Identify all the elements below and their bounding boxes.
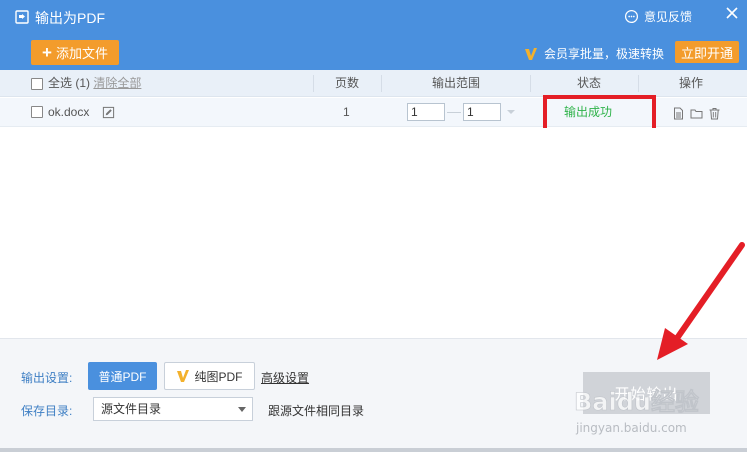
column-header-status: 状态	[577, 76, 602, 90]
plus-icon: +	[42, 43, 52, 62]
same-dir-text: 跟源文件相同目录	[268, 404, 365, 418]
range-from-input[interactable]: 1	[407, 103, 445, 121]
feedback-button[interactable]: 意见反馈	[624, 8, 692, 25]
chevron-down-icon	[238, 407, 246, 412]
trash-icon[interactable]	[708, 107, 721, 120]
vip-badge-icon	[525, 47, 537, 60]
column-header-pages: 页数	[335, 76, 360, 90]
file-icon[interactable]	[672, 107, 685, 120]
start-output-button[interactable]: 开始输出	[583, 372, 710, 414]
column-divider	[313, 75, 314, 92]
save-dir-select[interactable]: 源文件目录	[93, 397, 253, 421]
pure-image-pdf-label: 纯图PDF	[194, 369, 243, 384]
pure-image-pdf-button[interactable]: 纯图PDF	[164, 362, 255, 390]
folder-icon[interactable]	[690, 107, 703, 120]
select-all-checkbox[interactable]	[31, 78, 43, 90]
selected-count: (1)	[75, 76, 91, 90]
page-count: 1	[343, 105, 350, 119]
file-name: ok.docx	[48, 105, 90, 119]
window-title: 输出为PDF	[35, 10, 105, 26]
column-divider	[530, 75, 531, 92]
pdf-export-icon	[15, 10, 29, 24]
select-all-label[interactable]: 全选	[48, 76, 72, 90]
table-header: 全选 (1) 清除全部 页数 输出范围 状态 操作	[0, 70, 747, 97]
select-all-text: 全选 (1) 清除全部	[48, 70, 141, 97]
output-settings-label: 输出设置:	[21, 371, 73, 385]
column-header-range: 输出范围	[432, 76, 481, 90]
file-list-area	[0, 128, 747, 338]
vip-promo: 会员享批量，极速转换	[524, 45, 664, 62]
save-dir-value: 源文件目录	[101, 402, 162, 416]
advanced-settings-link[interactable]: 高级设置	[261, 369, 309, 386]
column-divider	[638, 75, 639, 92]
range-to-input[interactable]: 1	[463, 103, 501, 121]
column-divider	[381, 75, 382, 92]
add-file-button[interactable]: + 添加文件	[31, 40, 119, 65]
window-bottom-edge	[0, 448, 747, 452]
column-header-actions: 操作	[679, 76, 704, 90]
vip-badge-icon	[177, 370, 190, 382]
close-icon[interactable]	[724, 5, 740, 21]
chevron-down-icon[interactable]	[507, 110, 515, 114]
range-dash	[447, 112, 461, 113]
open-vip-button[interactable]: 立即开通	[675, 41, 739, 63]
rename-pencil-icon[interactable]	[102, 106, 115, 119]
row-checkbox[interactable]	[31, 106, 43, 118]
vip-promo-text: 会员享批量，极速转换	[544, 47, 665, 61]
chat-bubble-icon	[624, 9, 639, 24]
clear-all-link[interactable]: 清除全部	[93, 76, 141, 90]
feedback-label: 意见反馈	[644, 10, 693, 24]
normal-pdf-button[interactable]: 普通PDF	[88, 362, 157, 390]
save-dir-label: 保存目录:	[21, 404, 73, 418]
add-file-label: 添加文件	[55, 46, 108, 61]
